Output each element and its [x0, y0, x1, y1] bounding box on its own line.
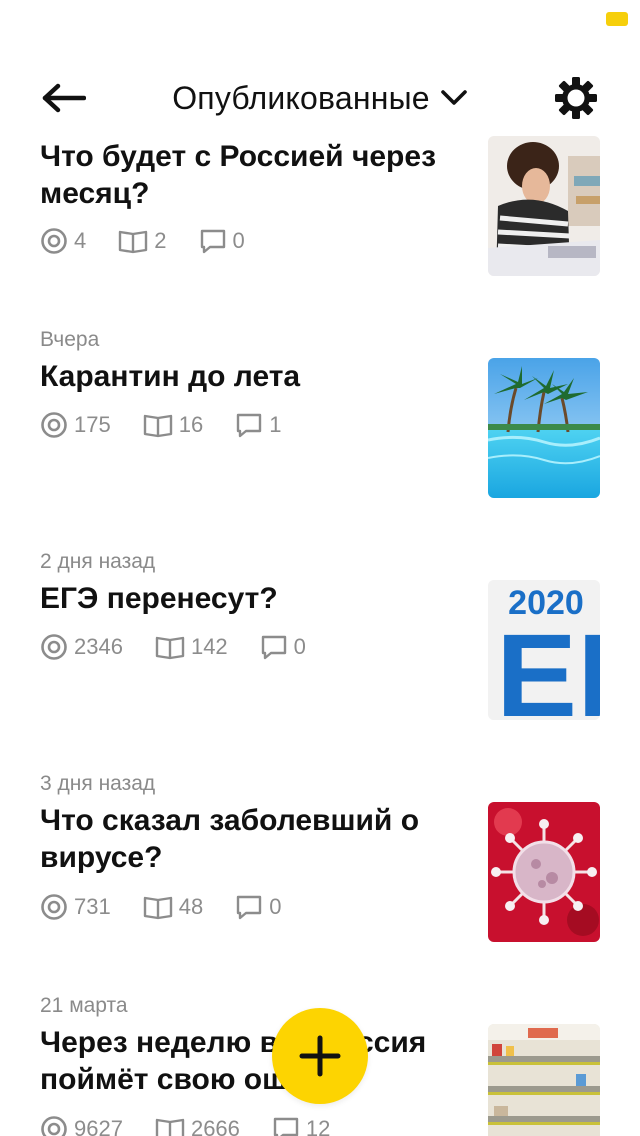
comment-icon: [273, 1117, 299, 1136]
article-date: Вчера: [40, 328, 100, 351]
views-stat: 175: [40, 411, 111, 439]
reads-count: 142: [190, 634, 228, 659]
article-title: ЕГЭ перенесут?: [40, 582, 278, 615]
comments-stat: 1: [235, 411, 281, 439]
eye-icon: [41, 634, 67, 660]
book-icon: [143, 896, 172, 920]
article-title: Карантин до лета: [40, 360, 301, 393]
article-item[interactable]: Что будет с Россией через месяц? 4 2 0: [0, 134, 640, 294]
page-title: Опубликованные: [172, 79, 430, 116]
book-icon: [155, 636, 185, 660]
article-feed[interactable]: Что будет с Россией через месяц? 4 2 0 В…: [0, 134, 640, 1136]
eye-icon: [41, 1116, 67, 1136]
views-stat: 2346: [40, 633, 123, 661]
section-dropdown[interactable]: Опубликованные: [0, 74, 640, 122]
reads-count: 2666: [190, 1116, 240, 1136]
views-count: 731: [74, 894, 111, 919]
views-count: 175: [74, 412, 111, 437]
article-title: Что сказал заболевший о вирусе?: [40, 804, 420, 874]
article-date: 2 дня назад: [40, 550, 156, 573]
status-indicator: [606, 12, 628, 26]
comment-icon: [237, 895, 262, 920]
comment-icon: [261, 635, 286, 660]
comments-stat: 0: [199, 227, 245, 255]
reads-stat: 142: [155, 634, 228, 660]
eye-icon: [41, 412, 67, 438]
comments-count: 0: [293, 634, 306, 659]
top-bar: Опубликованные: [0, 60, 640, 134]
reads-stat: 2: [118, 228, 167, 254]
gear-icon: [555, 77, 597, 119]
reads-count: 48: [178, 894, 204, 919]
views-count: 2346: [74, 634, 123, 659]
views-count: 4: [74, 228, 87, 253]
book-icon: [155, 1118, 185, 1136]
reads-stat: 2666: [155, 1116, 240, 1136]
article-thumbnail: 2020 ЕГ: [488, 580, 600, 720]
article-stats: 731 48 0: [40, 892, 313, 922]
views-count: 9627: [74, 1116, 123, 1136]
reads-count: 2: [154, 228, 167, 253]
views-stat: 4: [40, 227, 86, 255]
article-title: Через неделю вся Россия поймёт свою ошиб…: [40, 1026, 427, 1096]
book-icon: [119, 230, 148, 254]
article-item[interactable]: 2 дня назад ЕГЭ перенесут? 2346 142 0 20…: [0, 546, 640, 746]
views-stat: 731: [40, 893, 111, 921]
chevron-down-icon: [440, 90, 467, 105]
article-item[interactable]: 3 дня назад Что сказал заболевший о виру…: [0, 768, 640, 1008]
article-stats: 175 16 1: [40, 410, 313, 440]
article-date: 21 марта: [40, 994, 128, 1017]
comments-stat: 12: [272, 1115, 330, 1136]
comments-stat: 0: [260, 633, 306, 661]
article-item[interactable]: Вчера Карантин до лета 175 16 1: [0, 324, 640, 524]
article-stats: 2346 142 0: [40, 632, 338, 662]
views-stat: 9627: [40, 1115, 123, 1136]
comment-icon: [237, 413, 262, 438]
article-thumbnail: [488, 1024, 600, 1136]
book-icon: [143, 414, 172, 438]
article-stats: 4 2 0: [40, 226, 277, 256]
settings-button[interactable]: [548, 70, 604, 126]
thumb-main-text: ЕГ: [496, 610, 600, 720]
eye-icon: [41, 228, 67, 254]
plus-icon: [299, 1035, 341, 1077]
article-stats: 9627 2666 12: [40, 1114, 362, 1136]
comments-stat: 0: [235, 893, 281, 921]
comment-icon: [200, 229, 225, 254]
article-thumbnail: [488, 358, 600, 498]
reads-stat: 48: [143, 894, 203, 920]
reads-count: 16: [178, 412, 204, 437]
article-thumbnail: [488, 802, 600, 942]
comments-count: 0: [269, 894, 282, 919]
add-article-button[interactable]: [272, 1008, 368, 1104]
reads-stat: 16: [143, 412, 203, 438]
article-date: 3 дня назад: [40, 772, 156, 795]
article-thumbnail: [488, 136, 600, 276]
comments-count: 12: [305, 1116, 331, 1136]
comments-count: 1: [269, 412, 282, 437]
comments-count: 0: [232, 228, 245, 253]
article-title: Что будет с Россией через месяц?: [40, 140, 436, 210]
eye-icon: [41, 894, 67, 920]
